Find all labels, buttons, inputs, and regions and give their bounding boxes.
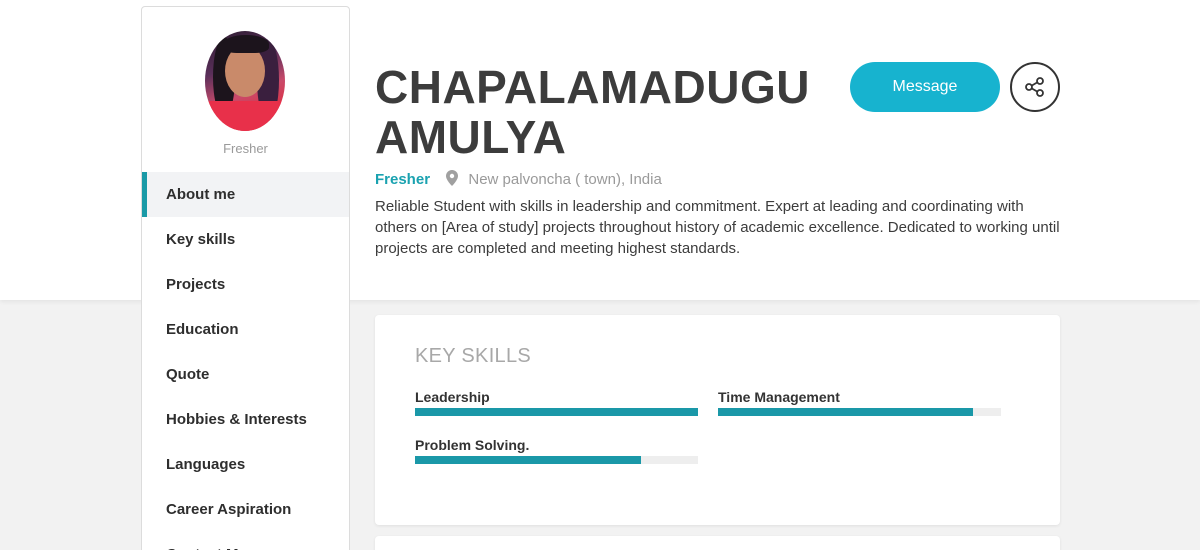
sidebar-item-about-me[interactable]: About me	[142, 172, 349, 217]
share-button[interactable]	[1010, 62, 1060, 112]
share-icon	[1025, 77, 1044, 97]
location-pin-icon	[446, 170, 459, 192]
profile-about: Reliable Student with skills in leadersh…	[375, 198, 1060, 257]
profile-location: New palvoncha ( town), India	[468, 171, 662, 188]
next-section-card	[375, 536, 1060, 550]
skill-bar-fill	[415, 408, 698, 416]
skill-bar-track	[415, 456, 698, 464]
skill-bar-fill	[415, 456, 642, 464]
profile-name: CHAPALAMADUGU AMULYA	[375, 62, 835, 162]
skill-label: Problem Solving.	[415, 437, 530, 453]
skill-label: Time Management	[718, 389, 840, 405]
sidebar-item-key-skills[interactable]: Key skills	[142, 217, 349, 262]
skill-item: Time Management	[718, 387, 1001, 416]
sidebar-item-languages[interactable]: Languages	[142, 442, 349, 487]
sidebar-item-career-aspiration[interactable]: Career Aspiration	[142, 487, 349, 532]
key-skills-card: KEY SKILLS Leadership Time Management Pr…	[375, 315, 1060, 525]
message-button[interactable]: Message	[850, 62, 1000, 112]
skill-item: Leadership	[415, 387, 698, 416]
skill-bar-fill	[718, 408, 973, 416]
sidebar-item-projects[interactable]: Projects	[142, 262, 349, 307]
skill-bar-track	[718, 408, 1001, 416]
skill-label: Leadership	[415, 389, 490, 405]
profile-meta: Fresher New palvoncha ( town), India	[375, 170, 662, 190]
profile-name-line2: AMULYA	[375, 111, 567, 163]
profile-status: Fresher	[375, 171, 431, 188]
sidebar-nav: About me Key skills Projects Education Q…	[142, 172, 349, 550]
sidebar-item-contact-me[interactable]: Contact Me	[142, 532, 349, 550]
skill-bar-track	[415, 408, 698, 416]
profile-sidebar: Fresher About me Key skills Projects Edu…	[141, 6, 350, 550]
profile-name-line1: CHAPALAMADUGU	[375, 61, 810, 113]
avatar	[205, 31, 285, 131]
sidebar-status: Fresher	[223, 141, 268, 156]
skill-item: Problem Solving.	[415, 435, 698, 464]
sidebar-item-quote[interactable]: Quote	[142, 352, 349, 397]
key-skills-title: KEY SKILLS	[415, 345, 532, 367]
sidebar-item-education[interactable]: Education	[142, 307, 349, 352]
sidebar-item-hobbies[interactable]: Hobbies & Interests	[142, 397, 349, 442]
